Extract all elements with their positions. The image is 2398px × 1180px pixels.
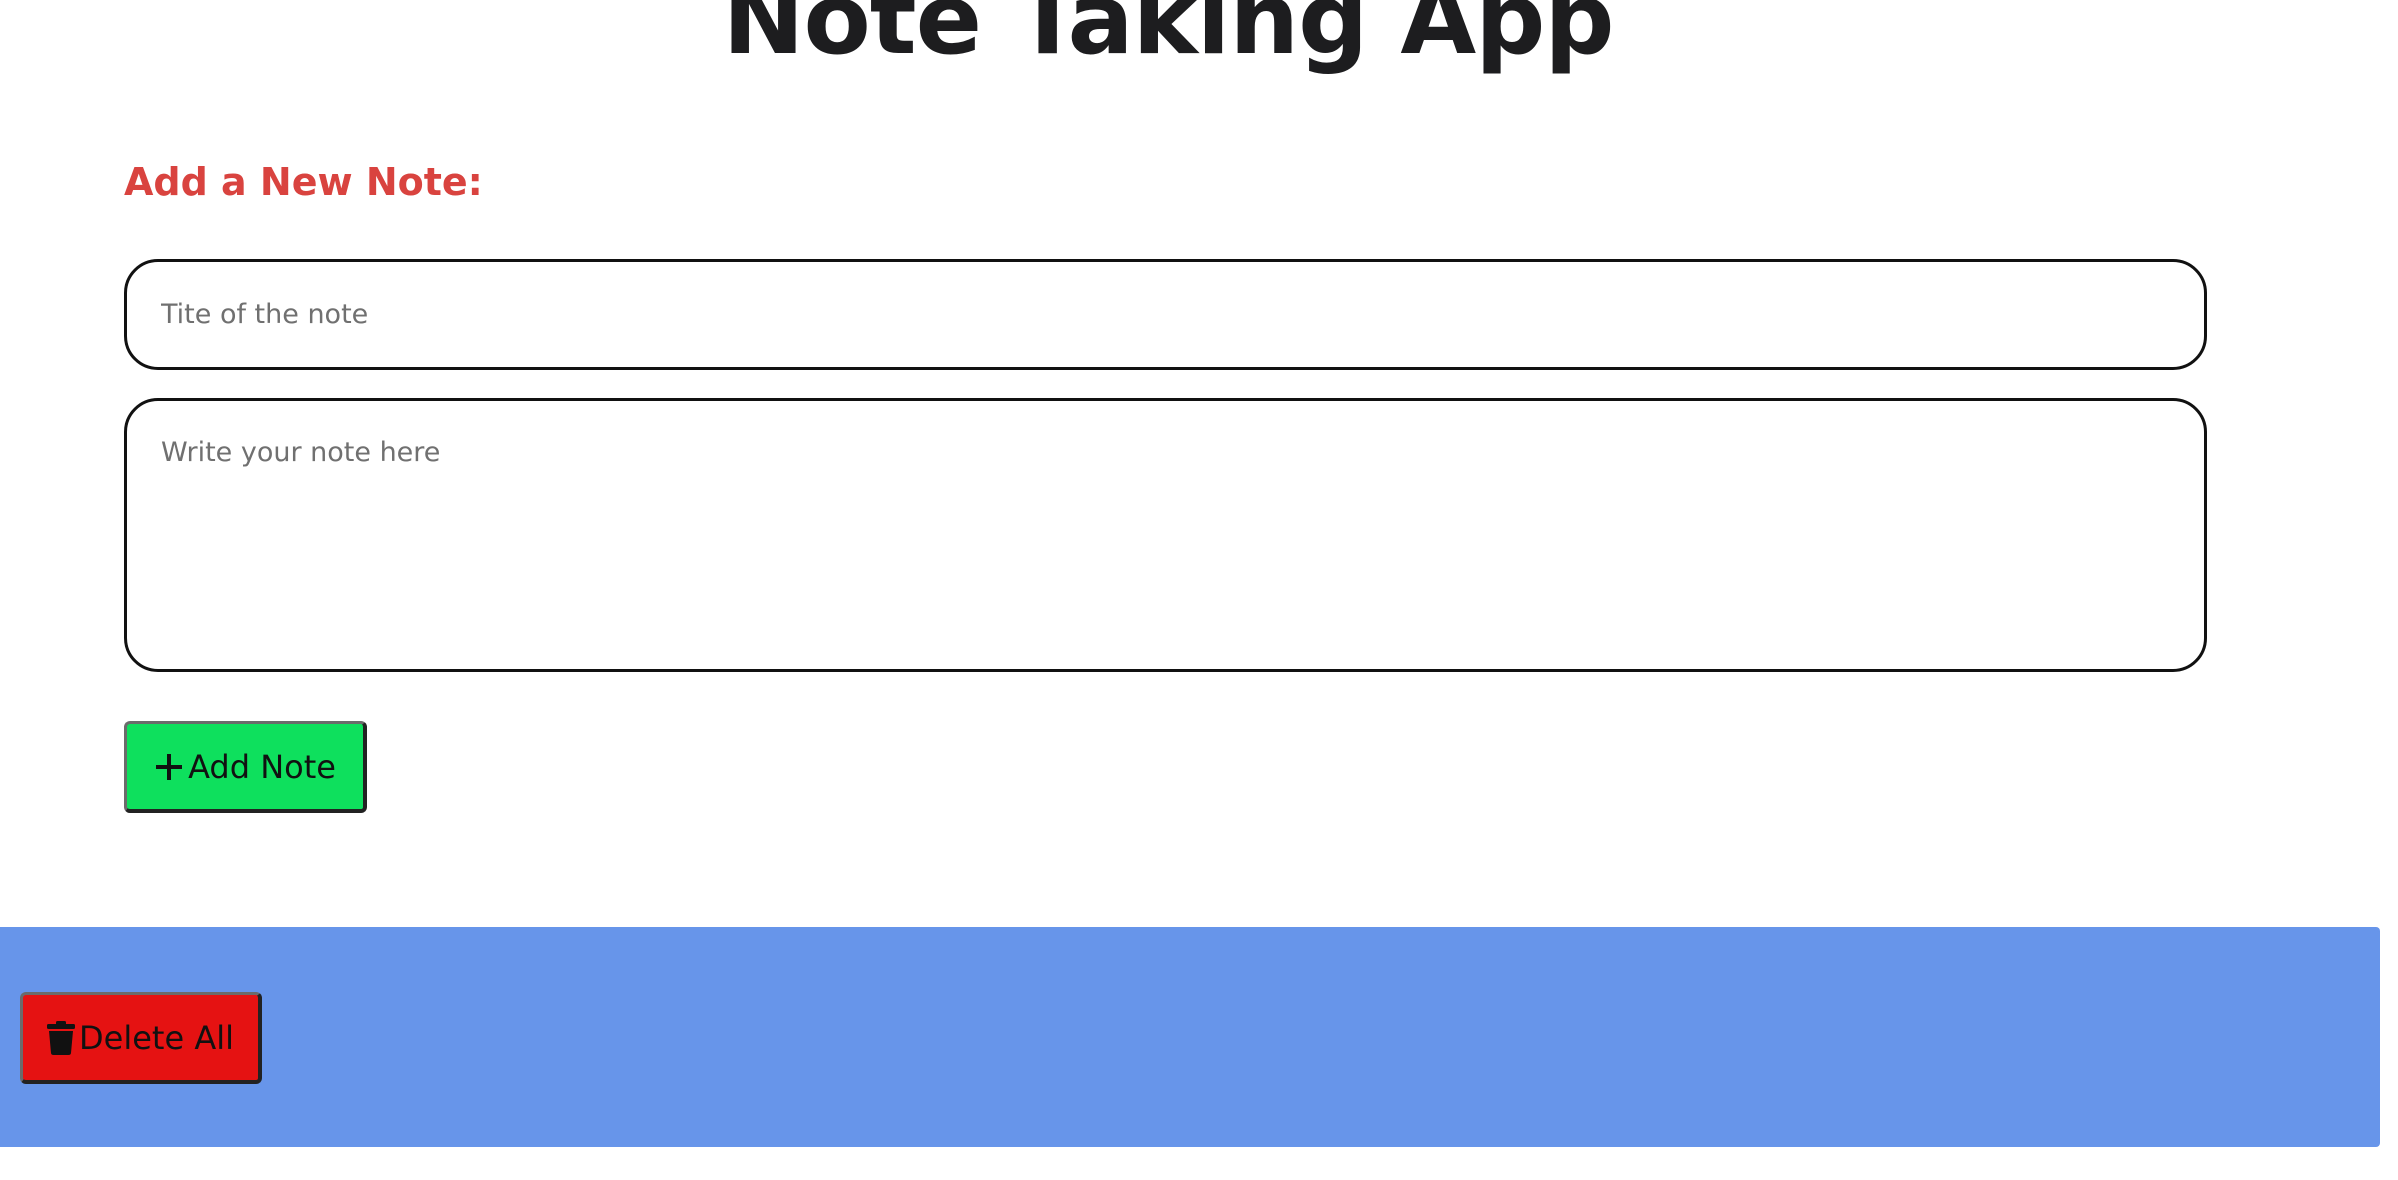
add-note-button[interactable]: Add Note — [124, 721, 367, 813]
add-note-heading: Add a New Note: — [124, 160, 483, 204]
add-note-label: Add Note — [188, 747, 336, 786]
delete-all-label: Delete All — [79, 1018, 234, 1057]
note-title-input[interactable] — [124, 259, 2207, 370]
delete-all-button[interactable]: Delete All — [20, 992, 262, 1084]
page-title: Note Taking App — [722, 0, 1614, 77]
notes-area-band — [0, 927, 2380, 1147]
note-body-textarea[interactable] — [124, 398, 2207, 672]
plus-icon — [154, 752, 184, 782]
note-app-page: Note Taking App Add a New Note: Add Note… — [0, 0, 2398, 1180]
trash-icon — [47, 1020, 75, 1055]
